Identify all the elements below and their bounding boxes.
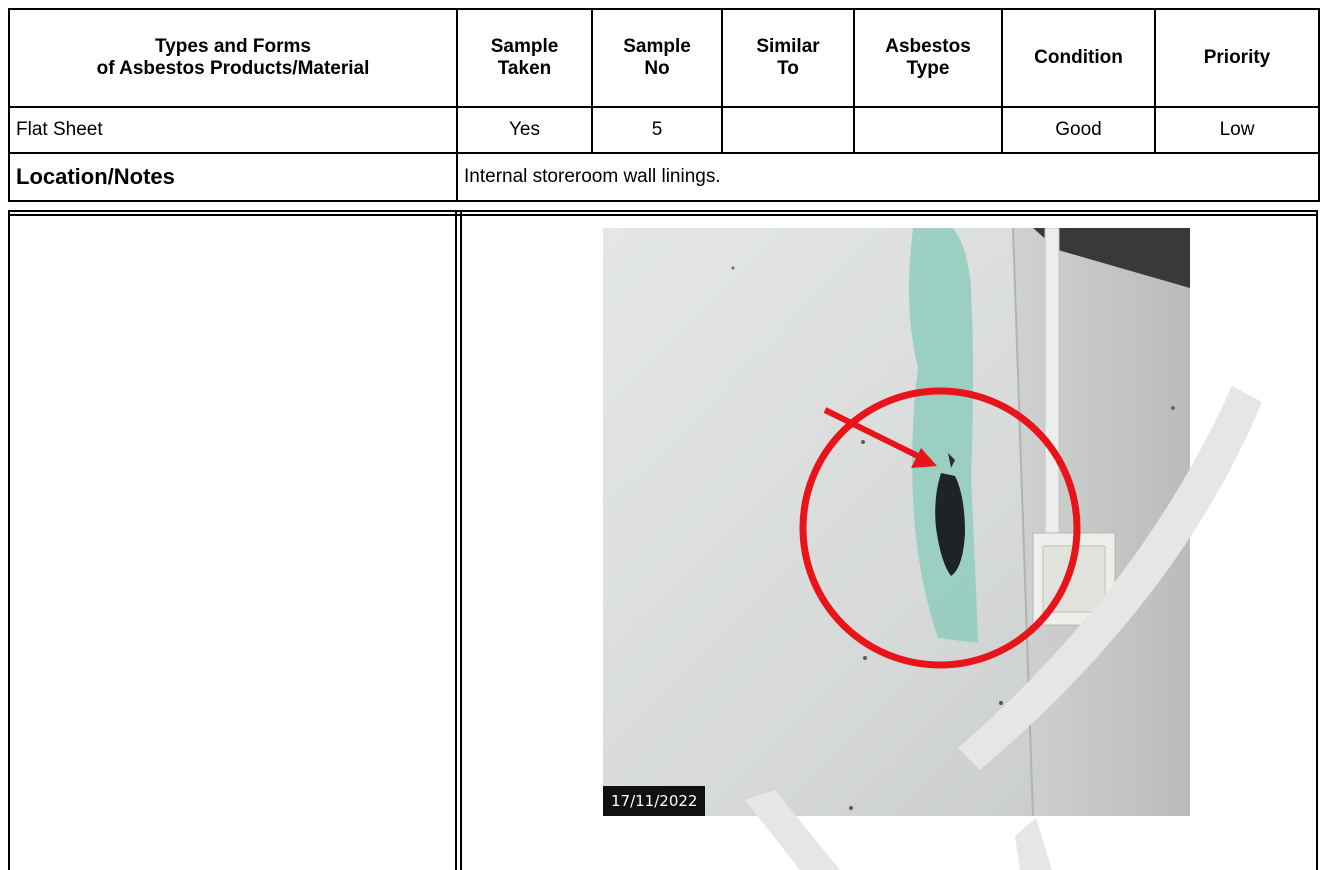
section-divider xyxy=(8,210,1318,216)
cell-type: Flat Sheet xyxy=(8,106,458,154)
cell-similar-to xyxy=(721,106,855,154)
header-sample-no: Sample No xyxy=(591,8,723,108)
cell-sample-no: 5 xyxy=(591,106,723,154)
right-border xyxy=(1316,212,1318,870)
cell-condition: Good xyxy=(1001,106,1156,154)
column-divider-inner xyxy=(460,212,462,870)
header-condition: Condition xyxy=(1001,8,1156,108)
asbestos-register-sheet: Types and Forms of Asbestos Products/Mate… xyxy=(8,8,1320,202)
header-sample-taken: Sample Taken xyxy=(456,8,593,108)
cell-priority: Low xyxy=(1154,106,1320,154)
cell-sample-taken: Yes xyxy=(456,106,593,154)
location-notes-cell: Internal storeroom wall linings. xyxy=(456,152,1320,202)
location-notes-row: Location/Notes Internal storeroom wall l… xyxy=(8,152,1320,202)
column-divider xyxy=(455,212,457,870)
header-priority: Priority xyxy=(1154,8,1320,108)
location-notes-label: Location/Notes xyxy=(16,164,175,189)
header-similar-to: Similar To xyxy=(721,8,855,108)
header-types-forms: Types and Forms of Asbestos Products/Mate… xyxy=(8,8,458,108)
photo-date-stamp: 17/11/2022 xyxy=(603,786,706,816)
location-notes-label-cell: Location/Notes xyxy=(8,152,458,202)
wall-photo-image xyxy=(603,228,1190,816)
table-row: Flat Sheet Yes 5 Good Low xyxy=(8,106,1320,154)
header-row: Types and Forms of Asbestos Products/Mate… xyxy=(8,8,1320,108)
sample-photo: 17/11/2022 xyxy=(603,228,1190,816)
header-asbestos-type: Asbestos Type xyxy=(853,8,1003,108)
left-border xyxy=(8,212,10,870)
location-notes-text: Internal storeroom wall linings. xyxy=(464,166,721,187)
cell-asbestos-type xyxy=(853,106,1003,154)
asbestos-record-table: Types and Forms of Asbestos Products/Mate… xyxy=(8,8,1320,202)
